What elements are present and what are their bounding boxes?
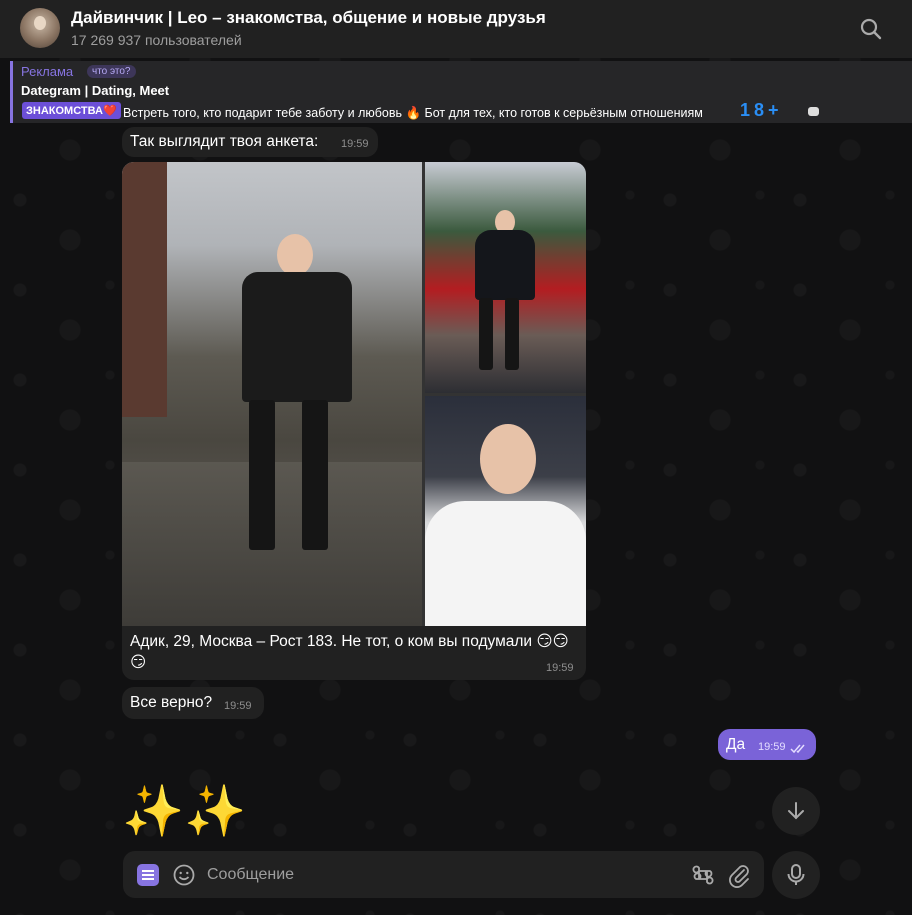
person-jacket: [242, 272, 352, 402]
sparkle-search-sticker[interactable]: ✨✨🔍: [122, 778, 292, 844]
message-time: 19:59: [341, 138, 369, 150]
ad-title: Dategram | Dating, Meet: [21, 83, 170, 98]
person-shirt: [425, 501, 586, 626]
message-input[interactable]: [207, 863, 677, 887]
chat-title[interactable]: Дайвинчик | Leo – знакомства, общение и …: [71, 8, 546, 28]
message-time: 19:59: [758, 741, 786, 753]
caption-text: Адик, 29, Москва – Рост 183. Не тот, о к…: [130, 633, 569, 671]
message-caption[interactable]: Адик, 29, Москва – Рост 183. Не тот, о к…: [122, 626, 586, 680]
message-time: 19:59: [224, 700, 252, 712]
ad-age-badge: 18+: [740, 100, 783, 120]
ad-label: Реклама: [21, 64, 74, 79]
profile-photo-3[interactable]: [425, 396, 586, 626]
message-composer[interactable]: [123, 851, 764, 898]
sponsored-message[interactable]: Реклама что это? Dategram | Dating, Meet…: [10, 61, 912, 123]
person-jacket: [475, 230, 535, 300]
monument-pillar: [122, 162, 167, 417]
chat-avatar[interactable]: [20, 8, 60, 48]
attach-icon[interactable]: [727, 862, 751, 888]
profile-photo-2[interactable]: [425, 162, 586, 393]
chat-header[interactable]: Дайвинчик | Leo – знакомства, общение и …: [0, 0, 912, 58]
message-text: Да: [726, 736, 746, 753]
person-leg-right: [302, 400, 328, 550]
message-reply[interactable]: Да 19:59: [718, 729, 816, 760]
scroll-down-button[interactable]: [772, 787, 820, 835]
ad-tag-badge: ЗНАКОМСТВА❤️: [22, 102, 121, 119]
ad-text: Встреть того, кто подарит тебе заботу и …: [123, 106, 703, 120]
emoji-icon[interactable]: [172, 863, 196, 887]
message-text: Так выглядит твоя анкета:: [130, 133, 319, 150]
person-head: [480, 424, 536, 494]
voice-record-button[interactable]: [772, 851, 820, 899]
bot-menu-button[interactable]: [137, 864, 159, 886]
search-icon[interactable]: [858, 16, 884, 42]
person-head: [277, 234, 313, 276]
profile-photo-1[interactable]: [122, 162, 422, 626]
commands-icon[interactable]: [691, 863, 715, 887]
arrow-down-icon: [788, 802, 804, 820]
ad-close-icon[interactable]: [808, 107, 819, 116]
person-leg-right: [505, 298, 519, 370]
message-time: 19:59: [546, 662, 574, 674]
member-count: 17 269 937 пользователей: [71, 32, 242, 48]
read-checkmarks-icon: [790, 741, 808, 759]
ad-what-is-this-button[interactable]: что это?: [87, 65, 136, 78]
photo-album[interactable]: [122, 162, 586, 626]
message-intro[interactable]: Так выглядит твоя анкета: 19:59: [122, 127, 378, 157]
message-text: Все верно?: [130, 694, 213, 711]
person-leg-left: [479, 298, 493, 370]
message-confirm[interactable]: Все верно? 19:59: [122, 687, 264, 719]
microphone-icon: [787, 864, 805, 885]
person-leg-left: [249, 400, 275, 550]
